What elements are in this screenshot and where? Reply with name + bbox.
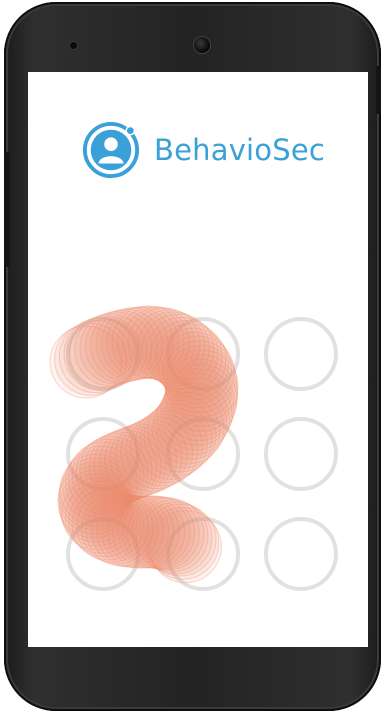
pattern-dot[interactable] xyxy=(264,317,338,391)
pattern-dot[interactable] xyxy=(66,417,140,491)
front-camera xyxy=(194,37,210,53)
pattern-dot[interactable] xyxy=(264,417,338,491)
pattern-dot[interactable] xyxy=(66,517,140,591)
pattern-dot[interactable] xyxy=(264,517,338,591)
pattern-dot[interactable] xyxy=(66,317,140,391)
sensor-dot xyxy=(70,42,77,49)
pattern-dot[interactable] xyxy=(166,317,240,391)
pattern-dot[interactable] xyxy=(166,517,240,591)
phone-frame: BehavioSec xyxy=(4,2,381,711)
pattern-dot[interactable] xyxy=(166,417,240,491)
pattern-lock-grid[interactable] xyxy=(28,72,368,647)
screen: BehavioSec xyxy=(28,72,368,647)
power-button xyxy=(376,66,381,114)
volume-button xyxy=(4,152,10,267)
